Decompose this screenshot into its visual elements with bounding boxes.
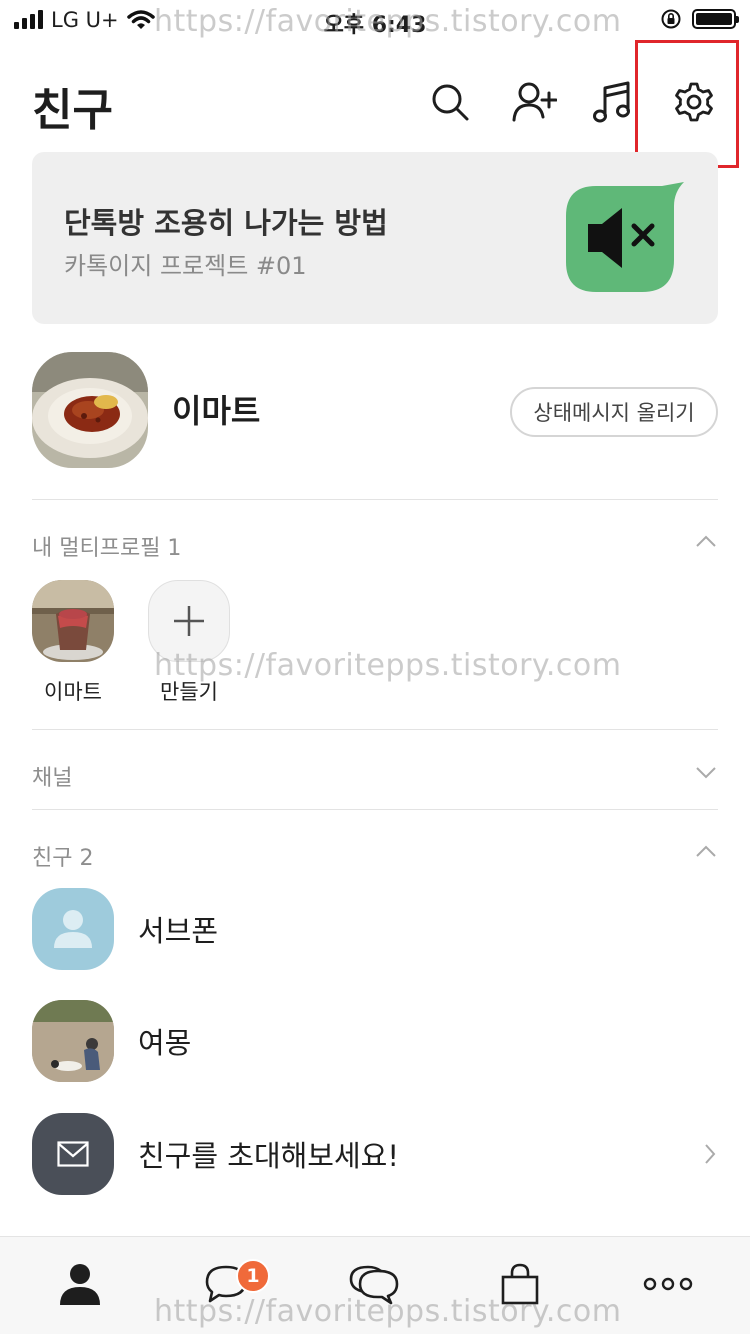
settings-highlight-box [635,40,739,168]
create-multi-profile-button[interactable] [148,580,230,662]
divider [32,499,718,500]
envelope-icon [57,1141,89,1167]
multi-profile-avatar[interactable] [32,580,114,662]
chevron-up-icon[interactable] [694,840,718,864]
tab-shopping[interactable] [492,1259,548,1309]
friend-name[interactable]: 여몽 [138,1020,191,1062]
status-message-button[interactable]: 상태메시지 올리기 [510,387,718,437]
friend-avatar[interactable] [32,888,114,970]
tab-open-chat[interactable] [346,1259,402,1309]
divider [32,729,718,730]
add-friend-icon [512,82,557,122]
more-dots-icon [643,1277,693,1291]
dessert-photo [32,580,114,662]
music-icon [593,81,630,123]
status-time: 오후 6:43 [323,13,427,38]
my-profile-avatar[interactable] [32,352,148,468]
invite-friend-icon-tile[interactable] [32,1113,114,1195]
mute-speaker-icon [566,182,684,292]
shopping-bag-icon [501,1263,539,1305]
music-button[interactable] [588,78,636,126]
add-friend-button[interactable] [510,78,558,126]
promo-banner[interactable]: 단톡방 조용히 나가는 방법 카톡이지 프로젝트 #01 [32,152,718,324]
status-right [660,8,739,30]
invite-friends-label[interactable]: 친구를 초대해보세요! [138,1133,399,1175]
chat-unread-badge: 1 [236,1259,270,1293]
friend-name[interactable]: 서브폰 [138,908,218,950]
tab-friends[interactable] [52,1259,108,1309]
multi-profile-label: 이마트 [44,680,102,704]
tab-more[interactable] [640,1259,696,1309]
person-with-dog-photo [32,1000,114,1082]
status-bar: LG U+ 오후 6:43 [0,0,750,40]
multi-profile-header: 내 멀티프로필 1 [32,536,182,561]
create-multi-profile-label: 만들기 [160,680,218,704]
friend-avatar[interactable] [32,1000,114,1082]
chevron-up-icon[interactable] [694,530,718,554]
banner-subtitle: 카톡이지 프로젝트 #01 [64,252,307,280]
friends-header: 친구 2 [32,846,94,871]
search-button[interactable] [426,78,474,126]
banner-title: 단톡방 조용히 나가는 방법 [64,206,388,240]
divider [32,809,718,810]
chevron-down-icon[interactable] [694,760,718,784]
tab-bar: 1 [0,1236,750,1334]
default-person-icon [54,910,92,948]
battery-icon [692,9,739,29]
channel-header[interactable]: 채널 [32,760,72,792]
rotation-lock-icon [661,9,681,29]
my-profile-name: 이마트 [172,392,261,430]
plus-icon [174,606,204,636]
person-filled-icon [60,1264,100,1305]
double-chat-bubble-icon [349,1265,399,1305]
chevron-right-icon[interactable] [702,1142,718,1166]
spaghetti-photo [32,352,148,468]
search-icon [432,84,469,121]
